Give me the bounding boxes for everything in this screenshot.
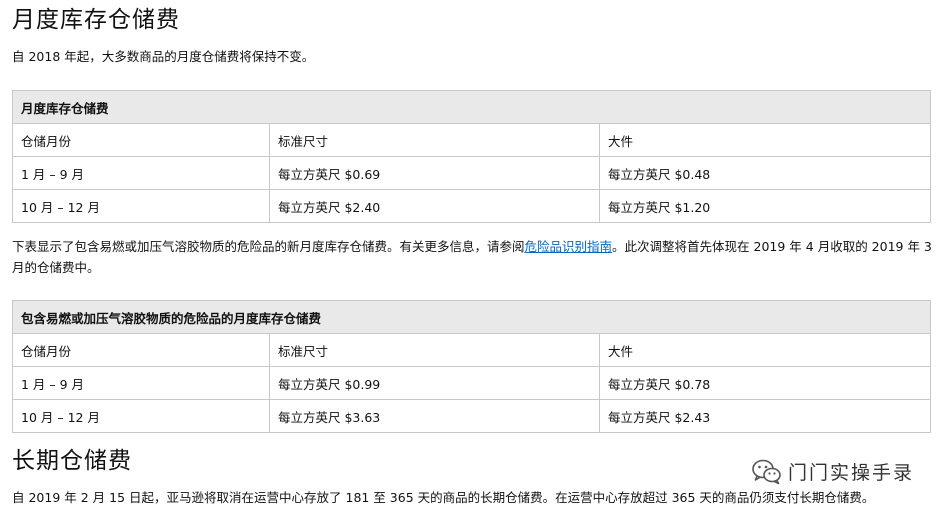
dangerous-goods-guide-link[interactable]: 危险品识别指南	[525, 239, 613, 254]
monthly-storage-table: 月度库存仓储费 仓储月份 标准尺寸 大件 1 月 – 9 月 每立方英尺 $0.…	[12, 90, 931, 223]
table-row: 10 月 – 12 月 每立方英尺 $2.40 每立方英尺 $1.20	[12, 189, 931, 223]
cell-oversize-fee: 每立方英尺 $0.48	[599, 156, 931, 190]
wechat-icon	[752, 459, 782, 485]
intro-text: 自 2018 年起，大多数商品的月度仓储费将保持不变。	[12, 49, 315, 64]
table-row: 10 月 – 12 月 每立方英尺 $3.63 每立方英尺 $2.43	[12, 399, 932, 433]
cell-standard-fee: 每立方英尺 $2.40	[269, 189, 600, 223]
cell-month: 1 月 – 9 月	[12, 366, 270, 400]
cell-oversize-fee: 每立方英尺 $0.78	[598, 366, 932, 400]
page: 月度库存仓储费 自 2018 年起，大多数商品的月度仓储费将保持不变。 月度库存…	[0, 0, 942, 516]
column-header-month: 仓储月份	[12, 123, 270, 157]
wechat-watermark: 门门实操手录	[752, 458, 914, 485]
cell-standard-fee: 每立方英尺 $3.63	[269, 399, 600, 433]
note-text-before: 下表显示了包含易燃或加压气溶胶物质的危险品的新月度库存仓储费。有关更多信息，请参…	[12, 239, 525, 254]
table-header-row: 仓储月份 标准尺寸 大件	[12, 333, 932, 367]
table-header-row: 仓储月份 标准尺寸 大件	[12, 123, 931, 157]
cell-month: 10 月 – 12 月	[12, 399, 270, 433]
table-caption: 包含易燃或加压气溶胶物质的危险品的月度库存仓储费	[11, 300, 932, 334]
column-header-oversize: 大件	[598, 333, 932, 367]
cell-oversize-fee: 每立方英尺 $2.43	[598, 399, 932, 433]
column-header-standard: 标准尺寸	[269, 123, 600, 157]
table-row: 1 月 – 9 月 每立方英尺 $0.99 每立方英尺 $0.78	[12, 366, 932, 400]
cell-oversize-fee: 每立方英尺 $1.20	[599, 189, 931, 223]
cell-month: 10 月 – 12 月	[12, 189, 270, 223]
table-caption: 月度库存仓储费	[12, 90, 931, 124]
cell-standard-fee: 每立方英尺 $0.99	[269, 366, 600, 400]
dangerous-goods-storage-table: 包含易燃或加压气溶胶物质的危险品的月度库存仓储费 仓储月份 标准尺寸 大件 1 …	[11, 300, 932, 433]
watermark-text: 门门实操手录	[787, 462, 914, 484]
cell-standard-fee: 每立方英尺 $0.69	[269, 156, 600, 190]
cell-month: 1 月 – 9 月	[12, 156, 270, 190]
dangerous-goods-note: 下表显示了包含易燃或加压气溶胶物质的危险品的新月度库存仓储费。有关更多信息，请参…	[12, 236, 932, 278]
column-header-standard: 标准尺寸	[269, 333, 600, 367]
long-term-storage-text: 自 2019 年 2 月 15 日起，亚马逊将取消在运营中心存放了 181 至 …	[12, 490, 875, 505]
long-term-storage-heading: 长期仓储费	[12, 448, 132, 474]
table-row: 1 月 – 9 月 每立方英尺 $0.69 每立方英尺 $0.48	[12, 156, 931, 190]
column-header-oversize: 大件	[599, 123, 931, 157]
monthly-storage-heading: 月度库存仓储费	[12, 7, 180, 33]
column-header-month: 仓储月份	[12, 333, 270, 367]
